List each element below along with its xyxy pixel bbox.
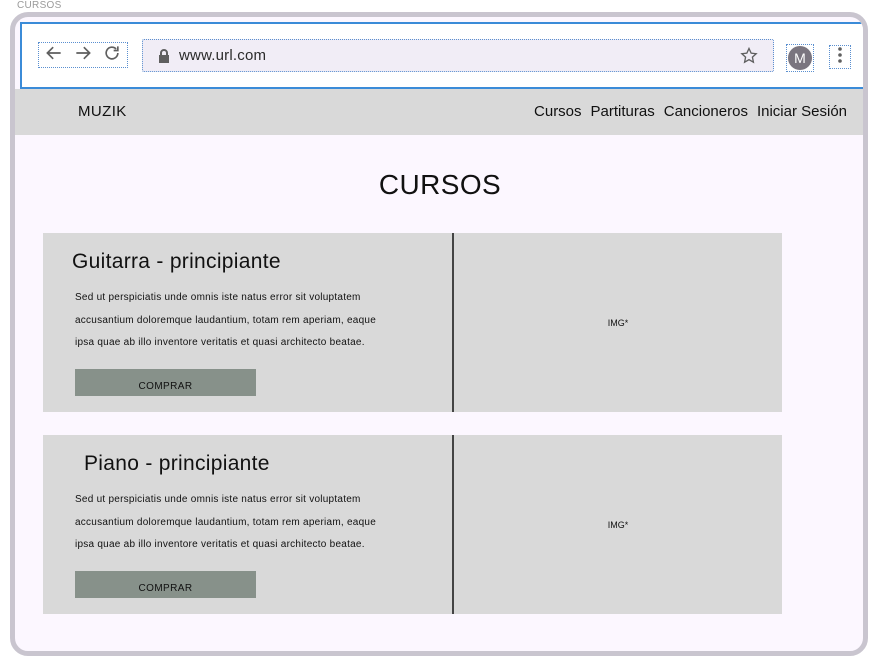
description-line: accusantium doloremque laudantium, totam… bbox=[75, 516, 377, 528]
lock-icon bbox=[157, 48, 171, 64]
course-description: Sed ut perspiciatis unde omnis iste natu… bbox=[75, 287, 415, 355]
avatar[interactable]: M bbox=[788, 46, 812, 70]
profile-button[interactable]: M bbox=[786, 44, 814, 72]
site-logo[interactable]: MUZIK bbox=[78, 103, 127, 120]
description-line: ipsa quae ab illo inventore veritatis et… bbox=[75, 337, 365, 348]
course-title: Piano - principiante bbox=[84, 452, 270, 475]
reload-icon[interactable] bbox=[102, 43, 122, 68]
course-card-guitarra: Guitarra - principiante Sed ut perspicia… bbox=[43, 233, 782, 412]
browser-toolbar: www.url.com M bbox=[20, 22, 863, 89]
course-image-placeholder: IMG* bbox=[607, 317, 629, 328]
description-line: ipsa quae ab illo inventore veritatis et… bbox=[75, 539, 365, 550]
browser-nav-buttons bbox=[38, 42, 128, 68]
description-line: accusantium doloremque laudantium, totam… bbox=[75, 314, 377, 326]
forward-arrow-icon[interactable] bbox=[73, 43, 93, 68]
nav-link-partituras[interactable]: Partituras bbox=[591, 103, 655, 120]
buy-button[interactable]: COMPRAR bbox=[75, 571, 256, 598]
main-menu: Cursos Partituras Cancioneros Iniciar Se… bbox=[534, 103, 847, 120]
address-bar[interactable]: www.url.com bbox=[142, 39, 774, 72]
more-vertical-icon[interactable] bbox=[837, 46, 843, 69]
url-text[interactable]: www.url.com bbox=[179, 47, 266, 64]
more-menu-button[interactable] bbox=[829, 45, 851, 69]
site-navbar: MUZIK Cursos Partituras Cancioneros Inic… bbox=[15, 89, 863, 135]
course-title: Guitarra - principiante bbox=[72, 250, 281, 273]
back-arrow-icon[interactable] bbox=[44, 43, 64, 68]
device-frame: www.url.com M MUZIK Cursos Partituras Ca… bbox=[10, 12, 868, 656]
course-card-piano: Piano - principiante Sed ut perspiciatis… bbox=[43, 435, 782, 614]
star-icon[interactable] bbox=[739, 46, 759, 66]
nav-link-iniciar-sesion[interactable]: Iniciar Sesión bbox=[757, 103, 847, 120]
course-description: Sed ut perspiciatis unde omnis iste natu… bbox=[75, 489, 415, 557]
frame-label: CURSOS bbox=[17, 0, 62, 11]
description-line: Sed ut perspiciatis unde omnis iste natu… bbox=[75, 494, 361, 505]
course-image-placeholder: IMG* bbox=[607, 519, 629, 530]
page-title: CURSOS bbox=[378, 169, 502, 200]
description-line: Sed ut perspiciatis unde omnis iste natu… bbox=[75, 292, 361, 303]
buy-button[interactable]: COMPRAR bbox=[75, 369, 256, 396]
nav-link-cancioneros[interactable]: Cancioneros bbox=[664, 103, 748, 120]
nav-link-cursos[interactable]: Cursos bbox=[534, 103, 582, 120]
